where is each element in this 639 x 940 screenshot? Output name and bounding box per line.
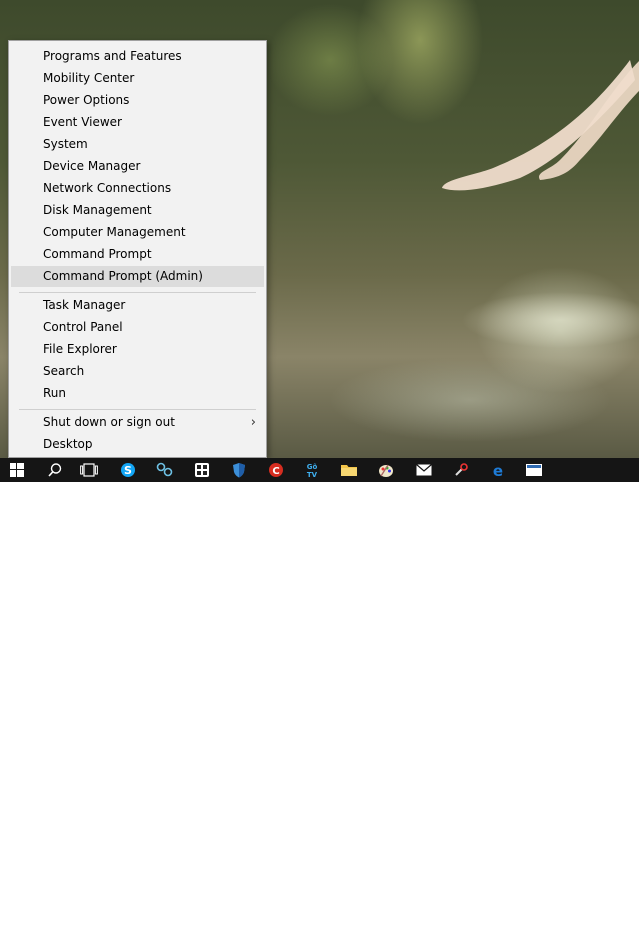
wallpaper-legs-image bbox=[442, 60, 639, 191]
svg-text:S: S bbox=[124, 464, 132, 477]
ccleaner-icon[interactable]: C bbox=[261, 458, 291, 482]
menu-item-shut-down-or-sign-out[interactable]: Shut down or sign out › bbox=[11, 412, 264, 433]
menu-item-event-viewer[interactable]: Event Viewer bbox=[11, 112, 264, 133]
watermark-text: GENK bbox=[545, 918, 609, 940]
svg-text:TV: TV bbox=[307, 471, 318, 479]
paint-icon[interactable] bbox=[371, 458, 401, 482]
menu-item-task-manager[interactable]: Task Manager bbox=[11, 295, 264, 316]
search-icon[interactable] bbox=[40, 458, 70, 482]
menu-item-device-manager[interactable]: Device Manager bbox=[11, 156, 264, 177]
menu-item-desktop[interactable]: Desktop bbox=[11, 434, 264, 455]
windows-start-icon[interactable] bbox=[2, 458, 32, 482]
edge-icon[interactable]: e bbox=[483, 458, 513, 482]
tiles-icon[interactable] bbox=[187, 458, 217, 482]
menu-item-computer-management[interactable]: Computer Management bbox=[11, 222, 264, 243]
win-x-context-menu: Programs and Features Mobility Center Po… bbox=[8, 40, 267, 458]
task-view-icon[interactable] bbox=[74, 458, 104, 482]
svg-text:Gõ: Gõ bbox=[307, 463, 318, 471]
menu-item-search[interactable]: Search bbox=[11, 361, 264, 382]
svg-text:e: e bbox=[493, 462, 503, 478]
tool-icon[interactable] bbox=[446, 458, 476, 482]
app-icon[interactable] bbox=[519, 458, 549, 482]
menu-separator bbox=[19, 409, 256, 410]
shield-icon[interactable] bbox=[224, 458, 254, 482]
skype-icon[interactable]: S bbox=[113, 458, 143, 482]
file-explorer-icon[interactable] bbox=[334, 458, 364, 482]
menu-item-disk-management[interactable]: Disk Management bbox=[11, 200, 264, 221]
menu-item-run[interactable]: Run bbox=[11, 383, 264, 404]
chevron-right-icon: › bbox=[250, 415, 256, 430]
svg-text:C: C bbox=[272, 466, 279, 477]
taskbar: S C Gõ TV e GENK bbox=[0, 458, 639, 940]
menu-item-network-connections[interactable]: Network Connections bbox=[11, 178, 264, 199]
mail-icon[interactable] bbox=[409, 458, 439, 482]
gotv-icon[interactable]: Gõ TV bbox=[297, 458, 327, 482]
menu-item-command-prompt[interactable]: Command Prompt bbox=[11, 244, 264, 265]
genk-watermark: GENK bbox=[545, 918, 639, 940]
menu-item-command-prompt-admin[interactable]: Command Prompt (Admin) bbox=[11, 266, 264, 287]
menu-separator bbox=[19, 292, 256, 293]
menu-item-programs-and-features[interactable]: Programs and Features bbox=[11, 46, 264, 67]
menu-item-label: Shut down or sign out bbox=[43, 415, 175, 429]
menu-item-mobility-center[interactable]: Mobility Center bbox=[11, 68, 264, 89]
menu-item-file-explorer[interactable]: File Explorer bbox=[11, 339, 264, 360]
network-icon[interactable] bbox=[150, 458, 180, 482]
menu-item-system[interactable]: System bbox=[11, 134, 264, 155]
menu-item-control-panel[interactable]: Control Panel bbox=[11, 317, 264, 338]
menu-item-power-options[interactable]: Power Options bbox=[11, 90, 264, 111]
